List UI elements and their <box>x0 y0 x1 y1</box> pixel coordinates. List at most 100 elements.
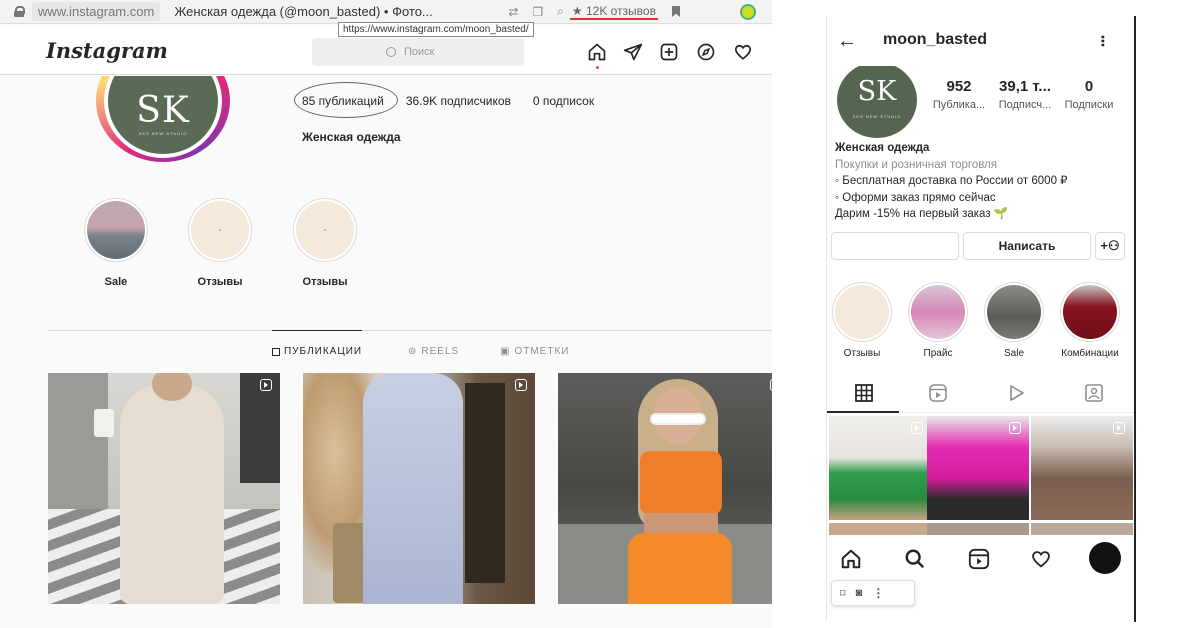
tab-reels[interactable]: ⊚ REELS <box>408 346 459 357</box>
post-thumbnail[interactable] <box>927 523 1029 535</box>
page-title: Женская одежда (@moon_basted) • Фото... <box>174 4 433 19</box>
tag-icon: ▣ <box>500 346 511 357</box>
multi-post-icon <box>1113 422 1125 434</box>
tab-tagged[interactable]: ▣ ОТМЕТКИ <box>500 346 569 357</box>
url-tooltip: https://www.instagram.com/moon_basted/ <box>338 22 534 37</box>
grid-icon <box>272 347 280 356</box>
heart-icon[interactable] <box>732 41 754 63</box>
search-icon[interactable] <box>903 548 927 570</box>
follow-button[interactable] <box>831 232 959 260</box>
avatar-monogram: SK <box>136 90 190 131</box>
play-icon <box>1010 385 1024 401</box>
highlight-ring <box>84 198 148 262</box>
followers-stat[interactable]: 39,1 т... Подписч... <box>993 78 1057 111</box>
following-label: Подписки <box>1064 99 1114 111</box>
tab-reels-label: REELS <box>421 346 460 357</box>
reviews-badge[interactable]: ★ 12K отзывов <box>569 4 658 20</box>
copy-icon[interactable]: ❐ <box>532 5 543 19</box>
highlight-cover <box>296 201 354 259</box>
instagram-logo[interactable]: Instagram <box>46 38 168 63</box>
post-thumbnail[interactable] <box>927 416 1029 520</box>
followers-count[interactable]: 36.9K подписчиков <box>406 94 511 108</box>
explore-icon[interactable] <box>695 41 717 63</box>
tab-reels[interactable] <box>901 376 975 410</box>
photo-top <box>640 451 722 515</box>
tab-grid[interactable] <box>827 376 901 410</box>
avatar-subtext: SKS NEW STUDIO <box>138 131 188 136</box>
avatar[interactable]: SK SKS NEW STUDIO <box>837 66 917 138</box>
new-post-icon[interactable] <box>658 41 680 63</box>
search-input[interactable]: Поиск <box>312 38 524 66</box>
browser-toolbar-icons: ⇄ ❐ ⌕ <box>508 4 564 19</box>
url-field[interactable]: www.instagram.com <box>32 2 161 21</box>
photo-background <box>48 373 108 513</box>
highlight-cover <box>1063 285 1117 339</box>
bio-line: ◦ Бесплатная доставка по России от 6000 … <box>835 175 1068 187</box>
lock-icon <box>14 6 25 17</box>
photo-person <box>363 373 463 604</box>
active-tab-indicator <box>827 411 899 413</box>
home-icon[interactable] <box>839 548 863 570</box>
post-thumbnail[interactable] <box>829 523 931 535</box>
add-user-button[interactable]: +⚇ <box>1095 232 1125 260</box>
tab-tagged-label: ОТМЕТКИ <box>514 346 570 357</box>
bio-line: Дарим -15% на первый заказ 🌱 <box>835 208 1009 220</box>
back-arrow-icon[interactable]: ← <box>837 30 857 53</box>
reel-icon <box>260 379 272 391</box>
bookmark-icon[interactable] <box>671 6 680 17</box>
highlight-ring <box>188 198 252 262</box>
reels-icon <box>929 384 947 402</box>
highlight-reviews[interactable]: Отзывы <box>186 198 254 288</box>
divider <box>48 330 772 331</box>
home-icon[interactable] <box>586 41 608 69</box>
extension-icon[interactable] <box>740 4 756 20</box>
chevron-down-icon[interactable]: ⌄ <box>137 43 146 56</box>
post-thumbnail[interactable] <box>48 373 280 604</box>
more-options-icon[interactable]: ··· <box>1092 35 1113 47</box>
camera-icon[interactable]: ◙ <box>856 587 863 599</box>
photo-pants <box>628 533 732 604</box>
highlight-price[interactable]: Прайс <box>905 282 971 359</box>
highlight-cover <box>87 201 145 259</box>
browser-address-bar: www.instagram.com Женская одежда (@moon_… <box>0 0 772 24</box>
profile-username: moon_basted <box>883 31 988 48</box>
tab-videos[interactable] <box>979 376 1053 410</box>
search-placeholder: Поиск <box>404 46 435 58</box>
translate-icon[interactable]: ⇄ <box>508 5 518 19</box>
post-thumbnail[interactable] <box>829 416 931 520</box>
tab-posts[interactable]: ПУБЛИКАЦИИ <box>272 346 362 357</box>
more-options-icon[interactable]: ⋮ <box>872 586 884 600</box>
highlight-combinations[interactable]: Комбинации <box>1057 282 1123 359</box>
highlight-sale[interactable]: Sale <box>82 198 150 288</box>
post-thumbnail[interactable] <box>303 373 535 604</box>
multi-post-icon <box>1009 422 1021 434</box>
posts-label: Публика... <box>932 99 986 111</box>
search-icon[interactable]: ⌕ <box>557 4 564 19</box>
post-thumbnail[interactable] <box>1031 416 1133 520</box>
bookmark-icon[interactable]: ⌑ <box>840 587 846 600</box>
hand-drawn-circle-annotation <box>294 82 398 118</box>
highlight-label: Отзывы <box>302 276 348 288</box>
photo-person <box>120 385 224 604</box>
photo-door <box>465 383 505 583</box>
profile-bio: Женская одежда Покупки и розничная торго… <box>835 140 1134 223</box>
active-tab-indicator <box>272 330 362 331</box>
highlight-ring <box>832 282 892 342</box>
reels-icon[interactable] <box>967 548 991 570</box>
highlight-reviews-2[interactable]: Отзывы <box>291 198 359 288</box>
profile-avatar-redacted[interactable] <box>1089 542 1121 574</box>
post-thumbnail[interactable] <box>1031 523 1133 535</box>
heart-icon[interactable] <box>1029 548 1053 570</box>
highlight-ring <box>984 282 1044 342</box>
tab-tagged[interactable] <box>1057 376 1131 410</box>
direct-icon[interactable] <box>622 41 644 63</box>
reels-icon: ⊚ <box>408 346 418 357</box>
search-icon <box>386 47 396 57</box>
highlight-reviews[interactable]: Отзывы <box>829 282 895 359</box>
following-stat[interactable]: 0 Подписки <box>1057 78 1121 111</box>
post-thumbnail[interactable] <box>558 373 772 604</box>
message-button[interactable]: Написать <box>963 232 1091 260</box>
following-count[interactable]: 0 подписок <box>533 94 594 108</box>
photo-cup <box>94 409 114 437</box>
highlight-sale[interactable]: Sale <box>981 282 1047 359</box>
